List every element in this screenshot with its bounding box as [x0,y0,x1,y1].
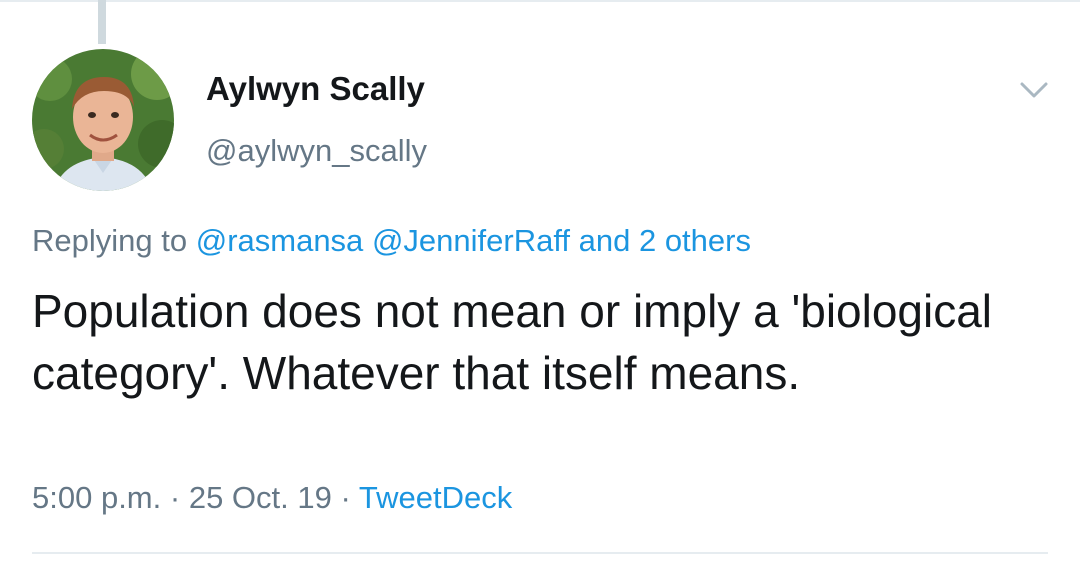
tweet-time[interactable]: 5:00 p.m. [32,480,161,515]
mention-link[interactable]: @JenniferRaff [372,223,570,258]
avatar[interactable] [32,49,174,191]
author-handle[interactable]: @aylwyn_scally [206,133,427,169]
thread-connector-line [98,0,106,44]
reply-others-link[interactable]: and 2 others [579,223,751,258]
author-display-name[interactable]: Aylwyn Scally [206,70,425,108]
mention-link[interactable]: @rasmansa [196,223,364,258]
reply-context-prefix: Replying to [32,223,188,258]
tweet-text: Population does not mean or imply a 'bio… [32,285,993,399]
reply-context: Replying to @rasmansa @JenniferRaff and … [32,223,751,259]
bottom-divider [32,552,1048,554]
tweet-meta: 5:00 p.m. · 25 Oct. 19 · TweetDeck [32,480,512,516]
chevron-down-icon[interactable] [1014,70,1054,110]
avatar-image [32,49,174,191]
meta-separator: · [169,480,181,515]
meta-separator: · [340,480,351,515]
tweet-date[interactable]: 25 Oct. 19 [189,480,332,515]
top-divider [0,0,1080,2]
tweet-source-link[interactable]: TweetDeck [359,480,512,515]
